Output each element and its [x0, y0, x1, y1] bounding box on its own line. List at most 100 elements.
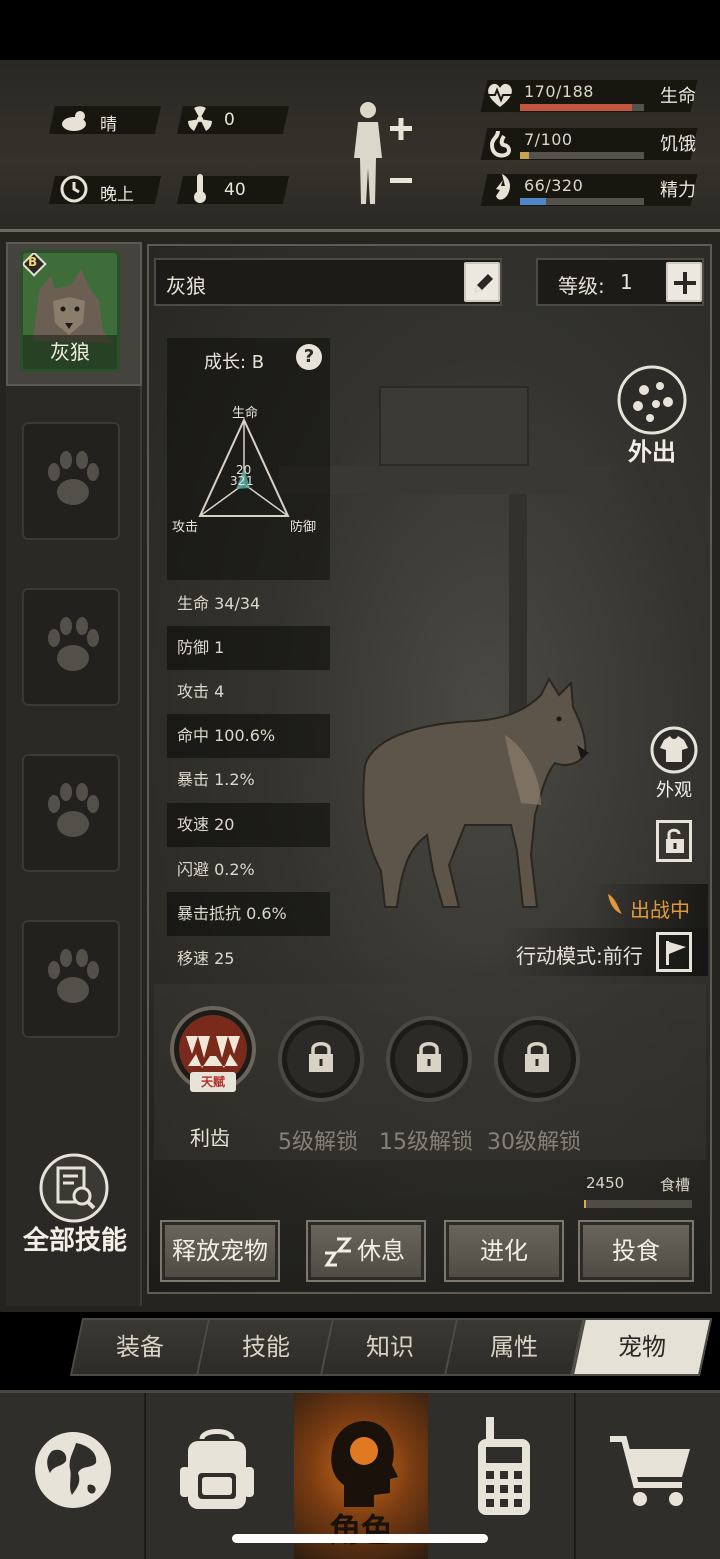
tab-equipment-label: 装备	[116, 1333, 164, 1361]
go-out-button[interactable]: 外出	[616, 364, 688, 466]
food-label: 食槽	[660, 1176, 691, 1194]
tab-attributes[interactable]: 属性	[443, 1318, 585, 1376]
radar-value-2: 32	[230, 474, 246, 488]
radar-label-top: 生命	[232, 406, 259, 421]
level-label: 等级:	[558, 274, 605, 298]
hunger-label: 饥饿	[660, 134, 696, 155]
lock-toggle-button[interactable]	[656, 820, 692, 862]
energy-value: 66/320	[524, 176, 584, 195]
energy-bar	[520, 198, 644, 205]
health-bar-fill	[520, 104, 633, 111]
unlock-icon	[666, 828, 684, 853]
nav-character-label: 角色	[328, 1511, 393, 1549]
pencil-icon	[475, 274, 493, 292]
skill-book-search-icon	[39, 1153, 109, 1223]
skill-slot-3-locked[interactable]	[386, 1016, 472, 1102]
skill-label-3: 15级解锁	[379, 1130, 473, 1155]
energy-bolt-icon	[496, 174, 510, 200]
energy-bar-fill	[520, 198, 546, 205]
active-pet-slot[interactable]: B 灰狼	[20, 250, 120, 372]
rest-label: 休息	[357, 1237, 405, 1265]
lock-icon	[417, 1042, 441, 1072]
pet-level-box: 等级: 1	[536, 258, 704, 306]
paw-icon	[48, 949, 99, 1003]
paw-icon	[48, 783, 99, 837]
paw-icon	[48, 617, 99, 671]
food-bar-fill	[584, 1200, 587, 1208]
clock-icon	[60, 175, 88, 203]
action-mode-button[interactable]	[656, 932, 692, 972]
wolf-illustration	[362, 676, 589, 908]
stomach-icon	[489, 130, 511, 158]
attr-dodge: 闪避 0.2%	[177, 860, 255, 879]
tab-skills[interactable]: 技能	[195, 1318, 337, 1376]
rest-button[interactable]: 休息	[306, 1220, 426, 1282]
radar-label-right: 防御	[290, 520, 317, 535]
shopping-cart-icon	[610, 1436, 690, 1506]
all-skills-button[interactable]: 全部技能	[20, 1150, 130, 1260]
nav-world-map[interactable]	[0, 1393, 144, 1559]
attr-defense: 防御 1	[167, 626, 330, 670]
cloud-sun-icon	[62, 111, 86, 131]
release-pet-button[interactable]: 释放宠物	[160, 1220, 280, 1282]
attr-move-speed: 移速 25	[177, 949, 235, 968]
paw-icon	[48, 451, 99, 505]
pet-slot-empty-1[interactable]	[22, 422, 120, 540]
head-profile-icon	[331, 1420, 398, 1507]
walkie-talkie-icon	[478, 1417, 530, 1515]
nav-shop[interactable]	[576, 1393, 720, 1559]
flag-icon	[666, 941, 686, 965]
skill-slot-2-locked[interactable]	[278, 1016, 364, 1102]
rename-button[interactable]	[464, 262, 500, 302]
skill-slot-4-locked[interactable]	[494, 1016, 580, 1102]
energy-label: 精力	[660, 180, 696, 201]
feed-button[interactable]: 投食	[578, 1220, 694, 1282]
action-mode-label: 行动模式:前行	[516, 944, 643, 968]
character-tabs: 装备 技能 知识 属性 宠物	[69, 1318, 713, 1376]
home-indicator	[232, 1534, 488, 1543]
skill-slot-1[interactable]: 天赋	[170, 1006, 256, 1092]
active-pet-name: 灰狼	[50, 340, 90, 364]
food-bar	[584, 1200, 692, 1208]
tab-pets-label: 宠物	[618, 1333, 666, 1361]
radiation-value: 0	[224, 110, 235, 130]
body-status-icon[interactable]	[346, 98, 416, 210]
shirt-icon	[650, 726, 698, 774]
hunger-value: 7/100	[524, 130, 573, 149]
background-machine	[379, 386, 529, 466]
attr-crit: 暴击 1.2%	[177, 770, 255, 789]
health-value: 170/188	[524, 82, 594, 101]
attr-crit-resist: 暴击抵抗 0.6%	[167, 892, 330, 936]
tab-knowledge[interactable]: 知识	[319, 1318, 461, 1376]
skill-label-4: 30级解锁	[487, 1130, 581, 1155]
attr-attack: 攻击 4	[177, 682, 225, 701]
go-out-label: 外出	[628, 438, 676, 466]
level-value: 1	[620, 270, 633, 294]
appearance-button[interactable]: 外观	[646, 726, 702, 802]
top-hud: 晴 0 晚上 40 170/188 生命 7/100 饥饿 66/320 精力	[0, 60, 720, 232]
pet-slot-empty-3[interactable]	[22, 754, 120, 872]
skill-label-1: 利齿	[190, 1126, 230, 1150]
pet-name-field[interactable]: 灰狼	[154, 258, 502, 306]
backpack-icon	[180, 1429, 254, 1509]
status-bar	[0, 0, 720, 60]
tab-attributes-label: 属性	[490, 1333, 538, 1361]
health-bar	[520, 104, 644, 111]
appearance-label: 外观	[656, 780, 692, 801]
pet-slot-empty-4[interactable]	[22, 920, 120, 1038]
talent-badge: 天赋	[190, 1072, 236, 1092]
tab-equipment[interactable]: 装备	[69, 1318, 211, 1376]
all-skills-label: 全部技能	[22, 1226, 127, 1256]
tab-pets[interactable]: 宠物	[571, 1318, 713, 1376]
temperature-value: 40	[224, 180, 246, 200]
radar-value-3: 1	[246, 474, 254, 488]
growth-help-icon[interactable]: ?	[296, 344, 322, 370]
level-up-button[interactable]	[666, 262, 702, 302]
evolve-button[interactable]: 进化	[444, 1220, 564, 1282]
health-label: 生命	[660, 86, 696, 107]
deployed-status: 出战中	[590, 884, 708, 928]
pet-slot-empty-2[interactable]	[22, 588, 120, 706]
radiation-icon	[188, 106, 212, 131]
food-value: 2450	[586, 1174, 625, 1192]
grade-badge-text: B	[28, 255, 38, 269]
